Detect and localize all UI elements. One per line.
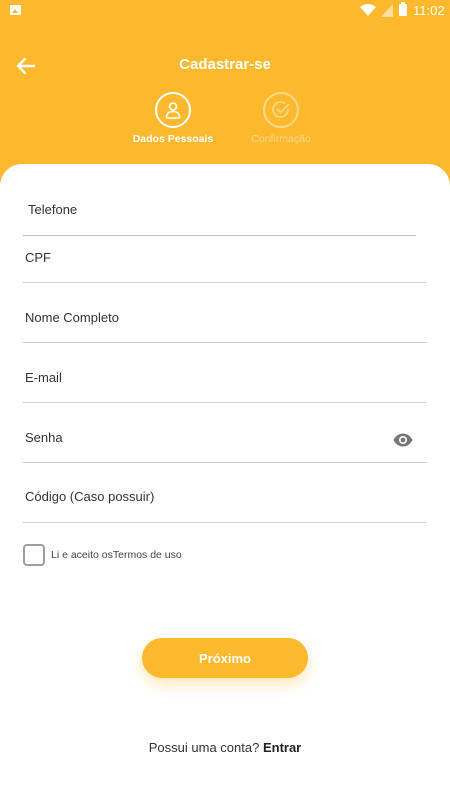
login-link[interactable]: Entrar — [263, 740, 301, 755]
senha-placeholder: Senha — [25, 430, 63, 445]
step-circle — [155, 92, 191, 128]
email-placeholder: E-mail — [25, 370, 62, 385]
terms-label[interactable]: Li e aceito osTermos de uso — [51, 549, 182, 561]
nome-completo-placeholder: Nome Completo — [25, 310, 119, 325]
cpf-field[interactable]: CPF — [23, 225, 427, 283]
senha-field[interactable]: Senha — [23, 405, 427, 463]
step-circle — [263, 92, 299, 128]
nome-completo-field[interactable]: Nome Completo — [23, 285, 427, 343]
eye-icon[interactable] — [393, 433, 413, 447]
terms-checkbox[interactable] — [23, 544, 45, 566]
email-field[interactable]: E-mail — [23, 345, 427, 403]
terms-row: Li e aceito osTermos de uso — [23, 544, 182, 566]
wifi-icon — [360, 4, 376, 16]
step-dados-pessoais: Dados Pessoais — [123, 92, 223, 145]
cpf-placeholder: CPF — [25, 250, 51, 265]
status-time: 11:02 — [413, 3, 445, 18]
telefone-placeholder: Telefone — [28, 202, 78, 217]
login-prompt: Possui uma conta? Entrar — [0, 740, 450, 755]
login-question: Possui uma conta? — [148, 740, 260, 755]
user-icon — [165, 102, 181, 119]
check-circle-icon — [272, 101, 290, 118]
step-confirmacao: Confirmação — [231, 92, 331, 145]
codigo-field[interactable]: Código (Caso possuir) — [23, 465, 427, 523]
battery-icon — [399, 2, 407, 16]
page-title: Cadastrar-se — [179, 56, 271, 73]
image-icon — [10, 5, 21, 15]
signal-icon — [381, 4, 393, 17]
step-label: Confirmação — [251, 133, 311, 145]
status-bar: 11:02 — [0, 0, 450, 22]
step-label: Dados Pessoais — [132, 133, 214, 145]
next-button[interactable]: Próximo — [142, 638, 308, 678]
codigo-placeholder: Código (Caso possuir) — [25, 489, 155, 504]
